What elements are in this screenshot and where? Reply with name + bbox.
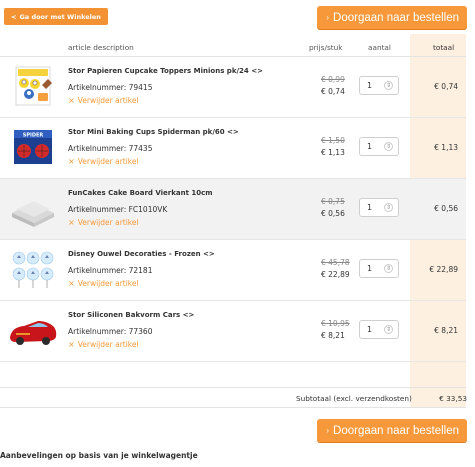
quantity-stepper[interactable]: 1 ⇕ (359, 320, 399, 339)
close-icon: × (68, 340, 75, 349)
quantity-value: 1 (367, 142, 373, 151)
close-icon: × (68, 218, 75, 227)
product-name[interactable]: Disney Ouwel Decoraties - Frozen <> (68, 250, 215, 258)
product-image-frozen (12, 251, 54, 288)
product-image-minions (15, 66, 52, 106)
original-price: € 45,78 (321, 258, 350, 267)
line-total: € 0,74 (434, 82, 458, 91)
cart-row: Stor Papieren Cupcake Toppers Minions pk… (0, 57, 466, 118)
remove-item-label: Verwijder artikel (77, 157, 139, 166)
spinner-icon[interactable]: ⇕ (384, 203, 393, 212)
remove-item-link[interactable]: × Verwijder artikel (68, 96, 139, 105)
remove-item-link[interactable]: × Verwijder artikel (68, 218, 139, 227)
product-image-cake-board (12, 201, 54, 227)
subtotal-bottom-divider (0, 407, 466, 408)
remove-item-label: Verwijder artikel (77, 340, 139, 349)
product-sku: Artikelnummer: FC1010VK (68, 205, 168, 214)
chevron-right-icon: › (326, 13, 330, 22)
quantity-stepper[interactable]: 1 ⇕ (359, 259, 399, 278)
close-icon: × (68, 96, 75, 105)
product-name[interactable]: Stor Papieren Cupcake Toppers Minions pk… (68, 67, 263, 75)
remove-item-link[interactable]: × Verwijder artikel (68, 340, 139, 349)
unit-price: € 8,21 (321, 331, 345, 340)
subtotal-value: € 33,53 (439, 394, 467, 403)
line-total: € 8,21 (434, 326, 458, 335)
recommendations-heading: Aanbevelingen op basis van je winkelwage… (0, 451, 198, 460)
remove-item-link[interactable]: × Verwijder artikel (68, 157, 139, 166)
header-quantity: aantal (368, 43, 391, 52)
spinner-icon[interactable]: ⇕ (384, 325, 393, 334)
checkout-label: Doorgaan naar bestellen (333, 424, 459, 437)
line-total: € 1,13 (434, 143, 458, 152)
line-total: € 0,56 (434, 204, 458, 213)
product-image-cars (10, 321, 57, 345)
remove-item-link[interactable]: × Verwijder artikel (68, 279, 139, 288)
cart-row: Disney Ouwel Decoraties - Frozen <> Arti… (0, 240, 466, 301)
continue-shopping-button[interactable]: < Ga door met Winkelen (4, 8, 108, 25)
spinner-icon[interactable]: ⇕ (384, 264, 393, 273)
original-price: € 10,95 (321, 319, 350, 328)
spinner-icon[interactable]: ⇕ (384, 142, 393, 151)
close-icon: × (68, 157, 75, 166)
remove-item-label: Verwijder artikel (77, 218, 139, 227)
svg-text:SPIDER: SPIDER (23, 133, 44, 139)
unit-price: € 0,74 (321, 87, 345, 96)
header-total: totaal (433, 43, 455, 52)
quantity-value: 1 (367, 81, 373, 90)
unit-price: € 0,56 (321, 209, 345, 218)
cart-row: FunCakes Cake Board Vierkant 10cm Artike… (0, 179, 466, 240)
remove-item-label: Verwijder artikel (77, 279, 139, 288)
original-price: € 0,75 (321, 197, 345, 206)
line-total: € 22,89 (429, 265, 458, 274)
quantity-stepper[interactable]: 1 ⇕ (359, 137, 399, 156)
remove-item-label: Verwijder artikel (77, 96, 139, 105)
product-sku: Artikelnummer: 72181 (68, 266, 153, 275)
product-image-spiderman: SPIDER (14, 130, 52, 164)
unit-price: € 1,13 (321, 148, 345, 157)
quantity-value: 1 (367, 203, 373, 212)
continue-shopping-label: Ga door met Winkelen (19, 12, 101, 21)
original-price: € 0,99 (321, 75, 345, 84)
checkout-button-bottom[interactable]: › Doorgaan naar bestellen (317, 419, 467, 442)
product-name[interactable]: FunCakes Cake Board Vierkant 10cm (68, 189, 213, 197)
subtotal-top-divider (0, 387, 466, 388)
quantity-value: 1 (367, 264, 373, 273)
quantity-stepper[interactable]: 1 ⇕ (359, 198, 399, 217)
subtotal-label: Subtotaal (excl. verzendkosten) (296, 394, 412, 403)
close-icon: × (68, 279, 75, 288)
checkout-label: Doorgaan naar bestellen (333, 11, 459, 24)
quantity-value: 1 (367, 325, 373, 334)
chevron-right-icon: › (326, 426, 330, 435)
header-price: prijs/stuk (309, 43, 343, 52)
unit-price: € 22,89 (321, 270, 350, 279)
quantity-stepper[interactable]: 1 ⇕ (359, 76, 399, 95)
spinner-icon[interactable]: ⇕ (384, 81, 393, 90)
back-arrow-icon: < (11, 12, 17, 21)
cart-row: Stor Siliconen Bakvorm Cars <> Artikelnu… (0, 301, 466, 362)
product-sku: Artikelnummer: 77435 (68, 144, 153, 153)
original-price: € 1,50 (321, 136, 345, 145)
product-sku: Artikelnummer: 77360 (68, 327, 153, 336)
header-description: article description (68, 43, 134, 52)
cart-row: SPIDER Stor Mini Baking Cups Spiderman p… (0, 118, 466, 179)
product-name[interactable]: Stor Mini Baking Cups Spiderman pk/60 <> (68, 128, 239, 136)
checkout-button-top[interactable]: › Doorgaan naar bestellen (317, 6, 467, 29)
product-name[interactable]: Stor Siliconen Bakvorm Cars <> (68, 311, 194, 319)
product-sku: Artikelnummer: 79415 (68, 83, 153, 92)
